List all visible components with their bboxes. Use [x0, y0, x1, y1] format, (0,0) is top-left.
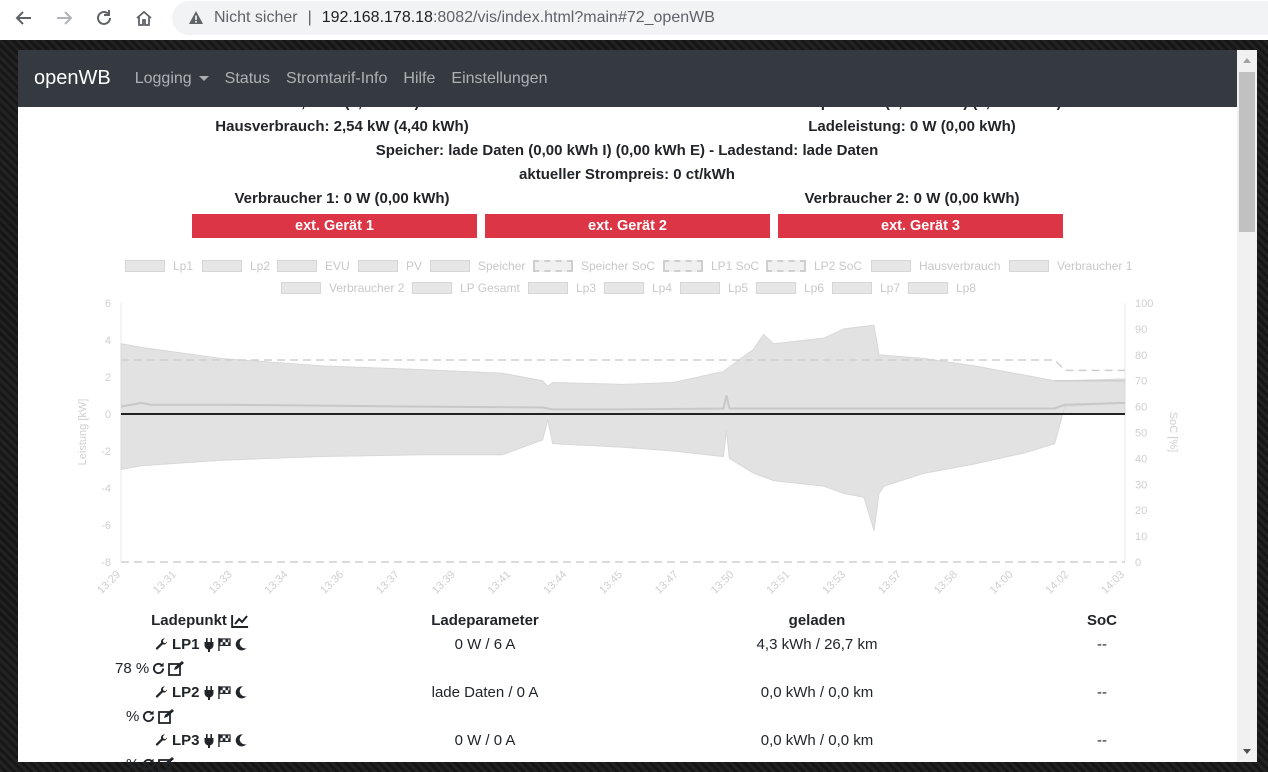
lp3-soc: -- — [1097, 732, 1107, 749]
legend-lp7[interactable]: Lp7 — [832, 281, 900, 295]
lp-name: LP1 — [172, 636, 200, 653]
lp2-soc-row: % — [126, 708, 175, 725]
moon-icon[interactable] — [235, 734, 247, 747]
strompreis-info: aktueller Strompreis: 0 ct/kWh — [519, 166, 735, 183]
scroll-thumb[interactable] — [1239, 72, 1255, 232]
lp2-soc-value: % — [126, 708, 140, 725]
scroll-up-icon[interactable] — [1243, 58, 1251, 63]
wrench-icon[interactable] — [155, 686, 168, 699]
edit-icon[interactable] — [158, 757, 175, 772]
legend-pv[interactable]: PV — [358, 259, 422, 273]
reload-icon[interactable] — [84, 0, 124, 36]
lp1-geladen: 4,3 kWh / 26,7 km — [756, 636, 878, 653]
address-separator: | — [307, 9, 312, 26]
lp3-soc-value: % — [126, 756, 140, 772]
moon-icon[interactable] — [235, 638, 247, 651]
flag-checkered-icon[interactable] — [217, 638, 231, 651]
refresh-icon[interactable] — [152, 662, 165, 675]
ladeleistung-info: Ladeleistung: 0 W (0,00 kWh) — [808, 118, 1016, 135]
page-scrollbar[interactable] — [1237, 50, 1257, 762]
lp2-ladeparameter: lade Daten / 0 A — [431, 684, 539, 701]
nav-logging[interactable]: Logging — [135, 70, 209, 88]
nav-status[interactable]: Status — [225, 70, 270, 88]
legend-verbraucher2[interactable]: Verbraucher 2 — [281, 281, 404, 295]
legend-lp2[interactable]: Lp2 — [202, 259, 270, 273]
legend-lp1-soc[interactable]: LP1 SoC — [663, 259, 759, 273]
ext-device-2-button[interactable]: ext. Gerät 2 — [485, 214, 770, 238]
table-row-lp2[interactable]: LP2 — [155, 684, 247, 701]
wrench-icon[interactable] — [155, 734, 168, 747]
legend-lp2-soc[interactable]: LP2 SoC — [766, 259, 862, 273]
nav-logging-label: Logging — [134, 69, 192, 87]
nav-einstellungen[interactable]: Einstellungen — [451, 70, 547, 88]
home-icon[interactable] — [124, 0, 164, 36]
refresh-icon[interactable] — [142, 710, 155, 723]
legend-lp6[interactable]: Lp6 — [756, 281, 824, 295]
lp3-ladeparameter: 0 W / 0 A — [454, 732, 516, 749]
nav-hilfe[interactable]: Hilfe — [403, 70, 435, 88]
lp1-soc-row: 78 % — [115, 660, 185, 677]
legend-lp5[interactable]: Lp5 — [680, 281, 748, 295]
forward-icon[interactable] — [44, 0, 84, 36]
lp2-soc: -- — [1097, 684, 1107, 701]
plug-icon — [204, 685, 214, 700]
url-host: 192.168.178.18 — [321, 9, 433, 26]
lp2-geladen: 0,0 kWh / 0,0 km — [760, 684, 874, 701]
header-ladepunkt-label: Ladepunkt — [151, 612, 227, 629]
flag-checkered-icon[interactable] — [217, 686, 231, 699]
edit-icon[interactable] — [158, 709, 175, 724]
legend-lp-gesamt[interactable]: LP Gesamt — [412, 281, 520, 295]
lp1-soc: -- — [1097, 636, 1107, 653]
nav-stromtarif[interactable]: Stromtarif-Info — [286, 70, 387, 88]
verbraucher2-info: Verbraucher 2: 0 W (0,00 kWh) — [804, 190, 1020, 207]
lp-name: LP2 — [172, 684, 200, 701]
address-bar[interactable]: Nicht sicher | 192.168.178.18:8082/vis/i… — [172, 1, 1268, 35]
table-row-lp1[interactable]: LP1 — [155, 636, 247, 653]
chart-line-icon[interactable] — [230, 614, 249, 628]
warning-icon — [189, 11, 203, 24]
wrench-icon[interactable] — [155, 638, 168, 651]
speicher-info: Speicher: lade Daten (0,00 kWh I) (0,00 … — [375, 142, 879, 159]
header-ladeparameter: Ladeparameter — [431, 612, 539, 629]
lp1-soc-value: 78 % — [115, 660, 150, 677]
lp3-soc-row: % — [126, 756, 175, 772]
legend-verbraucher1[interactable]: Verbraucher 1 — [1009, 259, 1132, 273]
legend-evu[interactable]: EVU — [277, 259, 350, 273]
legend-speicher-soc[interactable]: Speicher SoC — [533, 259, 655, 273]
legend-lp1[interactable]: Lp1 — [125, 259, 193, 273]
ext-device-3-button[interactable]: ext. Gerät 3 — [778, 214, 1063, 238]
legend-lp8[interactable]: Lp8 — [908, 281, 976, 295]
lp3-geladen: 0,0 kWh / 0,0 km — [760, 732, 874, 749]
brand-logo[interactable]: openWB — [34, 67, 111, 90]
legend-lp3[interactable]: Lp3 — [528, 281, 596, 295]
navbar: openWB Logging Status Stromtarif-Info Hi… — [18, 50, 1237, 107]
refresh-icon[interactable] — [142, 758, 155, 771]
header-soc: SoC — [1087, 612, 1117, 629]
legend-hausverbrauch[interactable]: Hausverbrauch — [871, 259, 1000, 273]
verbraucher1-info: Verbraucher 1: 0 W (0,00 kWh) — [234, 190, 450, 207]
flag-checkered-icon[interactable] — [217, 734, 231, 747]
browser-toolbar: Nicht sicher | 192.168.178.18:8082/vis/i… — [0, 0, 1268, 36]
legend-speicher[interactable]: Speicher — [430, 259, 525, 273]
back-icon[interactable] — [4, 0, 44, 36]
not-secure-label: Nicht sicher — [214, 9, 298, 26]
moon-icon[interactable] — [235, 686, 247, 699]
ext-device-1-button[interactable]: ext. Gerät 1 — [192, 214, 477, 238]
edit-icon[interactable] — [168, 661, 185, 676]
table-row-lp3[interactable]: LP3 — [155, 732, 247, 749]
legend-lp4[interactable]: Lp4 — [604, 281, 672, 295]
plug-icon — [204, 637, 214, 652]
lp-name: LP3 — [172, 732, 200, 749]
header-ladepunkt: Ladepunkt — [151, 612, 249, 629]
scroll-down-icon[interactable] — [1243, 749, 1251, 754]
url-path: :8082/vis/index.html?main#72_openWB — [432, 9, 715, 26]
header-geladen: geladen — [788, 612, 846, 629]
hausverbrauch-info: Hausverbrauch: 2,54 kW (4,40 kWh) — [215, 118, 469, 135]
lp1-ladeparameter: 0 W / 6 A — [454, 636, 516, 653]
plug-icon — [204, 733, 214, 748]
caret-down-icon — [198, 76, 209, 81]
